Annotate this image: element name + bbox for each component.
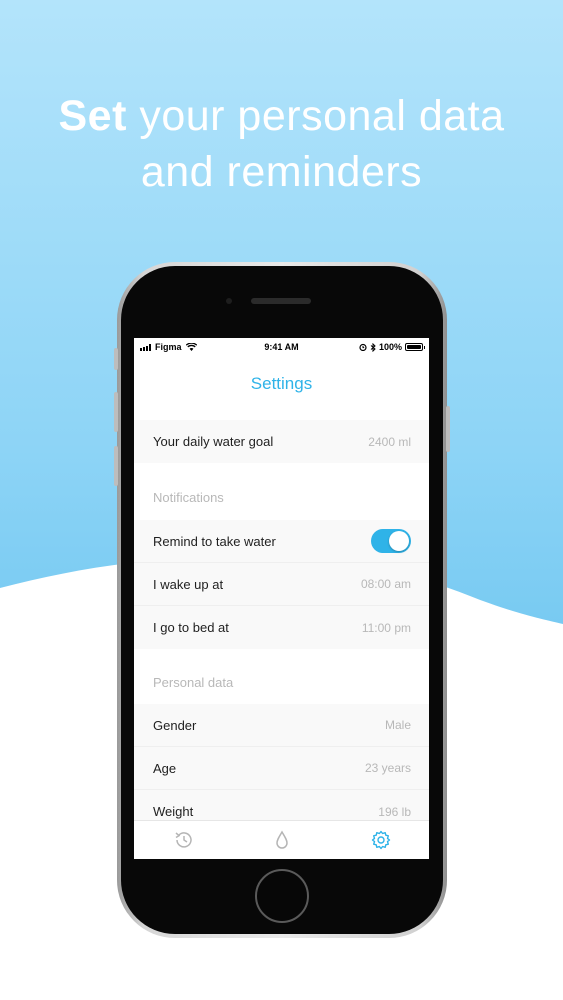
- gender-row[interactable]: Gender Male: [134, 704, 429, 747]
- age-value: 23 years: [364, 761, 411, 775]
- weight-value: 196 lb: [378, 804, 411, 819]
- daily-goal-row[interactable]: Your daily water goal 2400 ml: [134, 420, 429, 463]
- headline-line2: and reminders: [140, 148, 423, 196]
- volume-up-button: [114, 392, 118, 432]
- gender-value: Male: [384, 718, 411, 732]
- bed-time-value: 11:00 pm: [361, 620, 411, 635]
- remind-label: Remind to take water: [153, 533, 276, 549]
- wake-up-row[interactable]: I wake up at 08:00 am: [134, 563, 429, 606]
- volume-down-button: [114, 446, 118, 486]
- earpiece-speaker: [251, 298, 311, 304]
- personal-data-header: Personal data: [153, 675, 234, 690]
- daily-goal-label: Your daily water goal: [153, 434, 274, 449]
- bluetooth-icon: [370, 342, 376, 352]
- toggle-knob: [389, 531, 409, 551]
- mute-switch: [114, 348, 118, 370]
- tab-history[interactable]: [172, 828, 196, 852]
- headline-rest: your personal data: [126, 92, 505, 140]
- alarm-icon: [359, 343, 367, 351]
- notifications-header: Notifications: [153, 490, 224, 505]
- gender-label: Gender: [153, 717, 197, 733]
- tab-bar: [134, 820, 429, 859]
- history-icon: [175, 832, 192, 848]
- headline: Set your personal data and reminders: [0, 88, 563, 200]
- phone-screen: Figma 9:41 AM 100% Settings Your daily w…: [134, 338, 429, 859]
- headline-strong: Set: [58, 92, 127, 140]
- wake-up-label: I wake up at: [153, 576, 224, 592]
- settings-gear-icon: [371, 830, 391, 850]
- tab-water[interactable]: [270, 828, 294, 852]
- bed-time-label: I go to bed at: [153, 620, 229, 635]
- weight-label: Weight: [153, 804, 194, 819]
- battery-icon: [405, 343, 425, 351]
- home-button[interactable]: [255, 869, 309, 923]
- remind-toggle[interactable]: [371, 529, 411, 553]
- tab-settings[interactable]: [369, 828, 393, 852]
- water-drop-icon: [276, 830, 288, 849]
- front-camera: [226, 298, 232, 304]
- page-title: Settings: [250, 374, 313, 393]
- battery-percent: 100%: [378, 342, 402, 352]
- power-button: [446, 406, 450, 452]
- wake-up-value: 08:00 am: [360, 577, 411, 591]
- daily-goal-value: 2400 ml: [368, 434, 411, 449]
- status-bar: Figma 9:41 AM 100%: [134, 338, 429, 356]
- age-row[interactable]: Age 23 years: [134, 747, 429, 790]
- bed-time-row[interactable]: I go to bed at 11:00 pm: [134, 606, 429, 649]
- age-label: Age: [153, 760, 177, 776]
- remind-row: Remind to take water: [134, 520, 429, 563]
